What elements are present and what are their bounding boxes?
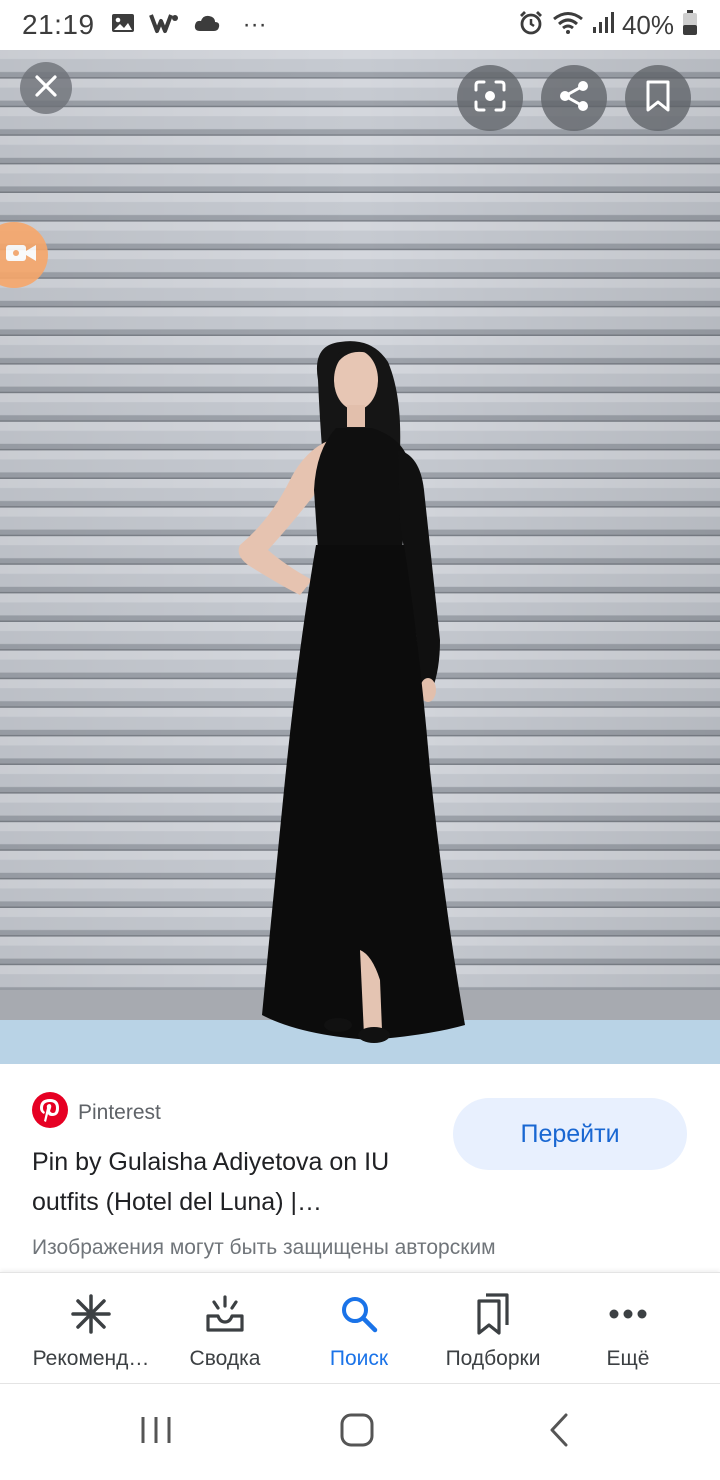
close-icon — [33, 73, 59, 104]
more-dots-icon — [608, 1293, 648, 1335]
notification-icons: ··· — [111, 11, 267, 39]
back-icon — [549, 1413, 569, 1452]
collections-icon — [475, 1293, 511, 1335]
close-button[interactable] — [20, 62, 72, 114]
nav-label-search: Поиск — [329, 1347, 389, 1370]
nav-item-search[interactable]: Поиск — [304, 1273, 414, 1385]
gallery-icon — [111, 12, 135, 39]
bottom-navigation: Рекоменд… Сводка Поиск Подборки Ещё — [0, 1272, 720, 1384]
nav-label-collections: Подборки — [445, 1347, 541, 1370]
result-info-panel: Pinterest Pin by Gulaisha Adiyetova on I… — [0, 1064, 720, 1272]
bookmark-icon — [645, 80, 671, 117]
lens-search-button[interactable] — [457, 65, 523, 131]
battery-percent: 40% — [621, 9, 674, 40]
clock: 21:19 — [22, 9, 95, 40]
copyright-notice: Изображения могут быть защищены авторски… — [32, 1236, 496, 1259]
nav-item-digest[interactable]: Сводка — [170, 1273, 280, 1385]
image-viewer[interactable] — [0, 50, 720, 1064]
nav-label-more: Ещё — [606, 1347, 650, 1370]
cloud-icon — [193, 13, 221, 38]
source-name: Pinterest — [78, 1100, 161, 1124]
recent-apps-icon — [140, 1415, 172, 1450]
battery-icon — [682, 9, 698, 41]
nav-label-recommendations: Рекоменд… — [32, 1347, 150, 1370]
result-photo — [0, 50, 720, 1064]
inbox-sparkle-icon — [204, 1293, 246, 1335]
w-app-icon — [148, 12, 179, 39]
home-button[interactable] — [302, 1384, 412, 1480]
nav-item-more[interactable]: Ещё — [578, 1273, 678, 1385]
lens-icon — [473, 79, 507, 118]
back-button[interactable] — [504, 1384, 614, 1480]
screen-recorder-icon — [4, 242, 38, 269]
alarm-icon — [518, 10, 544, 41]
status-bar: 21:19 ··· 40% — [0, 0, 720, 50]
home-icon — [340, 1413, 374, 1452]
pinterest-logo-icon — [32, 1092, 68, 1133]
nav-item-collections[interactable]: Подборки — [428, 1273, 558, 1385]
share-icon — [557, 79, 591, 118]
recent-apps-button[interactable] — [101, 1384, 211, 1480]
visit-button[interactable]: Перейти — [453, 1098, 687, 1170]
result-title[interactable]: Pin by Gulaisha Adiyetova on IU outfits … — [32, 1142, 432, 1222]
more-notifications-text: ··· — [242, 11, 267, 38]
search-icon — [339, 1293, 379, 1335]
asterisk-icon — [71, 1293, 111, 1335]
nav-item-recommendations[interactable]: Рекоменд… — [20, 1273, 162, 1385]
wifi-icon — [552, 11, 584, 40]
source-row[interactable]: Pinterest — [32, 1092, 161, 1133]
signal-icon — [592, 11, 614, 40]
nav-label-digest: Сводка — [189, 1347, 261, 1370]
share-button[interactable] — [541, 65, 607, 131]
system-status-icons: 40% — [518, 9, 698, 41]
system-navigation-bar — [0, 1384, 720, 1480]
save-button[interactable] — [625, 65, 691, 131]
